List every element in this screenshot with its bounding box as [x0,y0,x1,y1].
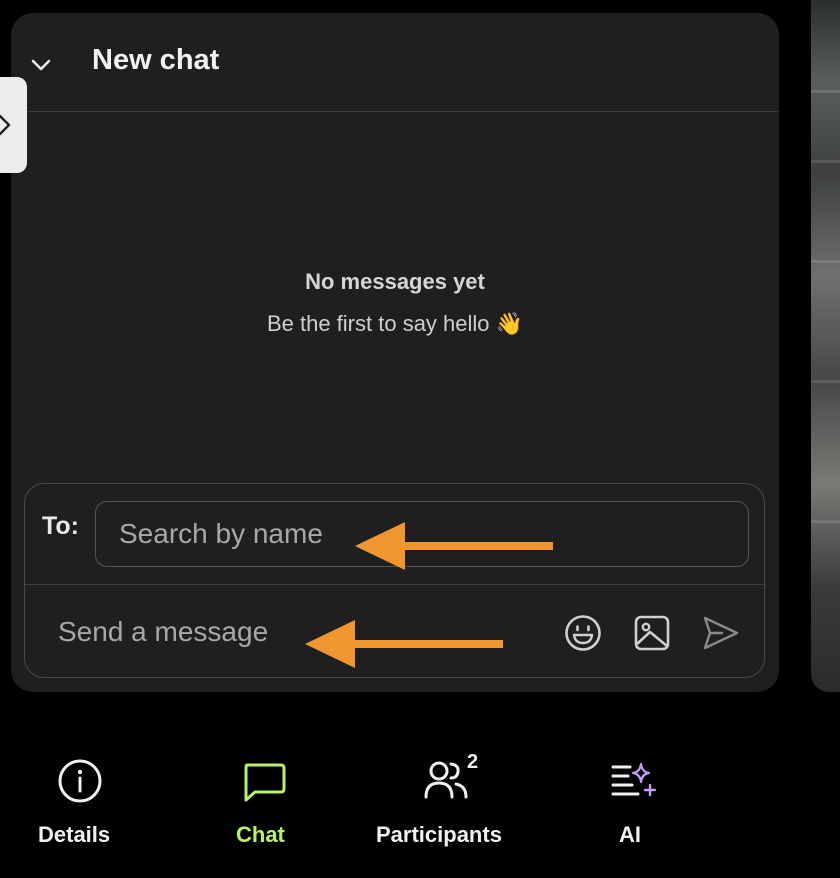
chat-bubble-icon [244,763,286,802]
participants-icon [424,761,468,799]
tab-details[interactable]: Details [38,755,122,855]
chat-header: New chat [11,13,779,112]
tab-details-label: Details [38,822,111,847]
background-video-tile [811,0,840,692]
empty-state-subtitle: Be the first to say hello 👋 [266,311,524,336]
message-input[interactable]: Send a message [58,616,268,648]
annotation-arrow [355,522,553,570]
image-upload-icon[interactable] [633,614,671,652]
tab-chat[interactable]: Chat [234,755,294,855]
chat-panel: New chat No messages yet Be the first to… [11,13,779,692]
emoji-icon[interactable] [564,614,602,652]
tab-participants-label: Participants [376,822,502,847]
info-icon [58,759,102,803]
send-icon[interactable] [702,615,740,651]
ai-sparkle-icon [611,762,657,797]
tab-ai-label: AI [619,822,641,847]
recipient-search-placeholder: Search by name [119,518,323,549]
sidebar-expand-handle[interactable] [0,77,27,173]
composer-divider [25,584,764,585]
empty-state-title: No messages yet [305,269,485,294]
chevron-right-icon [0,114,11,136]
participants-count-badge: 2 [467,751,479,773]
tab-participants[interactable]: 2 Participants [376,751,521,855]
to-label: To: [42,512,80,540]
message-composer: To: Search by name Send a message [24,483,765,678]
chevron-down-icon[interactable] [29,53,53,77]
tab-ai[interactable]: AI [608,758,658,855]
tab-chat-label: Chat [236,822,285,847]
chat-title: New chat [92,44,220,76]
annotation-arrow [305,620,503,668]
